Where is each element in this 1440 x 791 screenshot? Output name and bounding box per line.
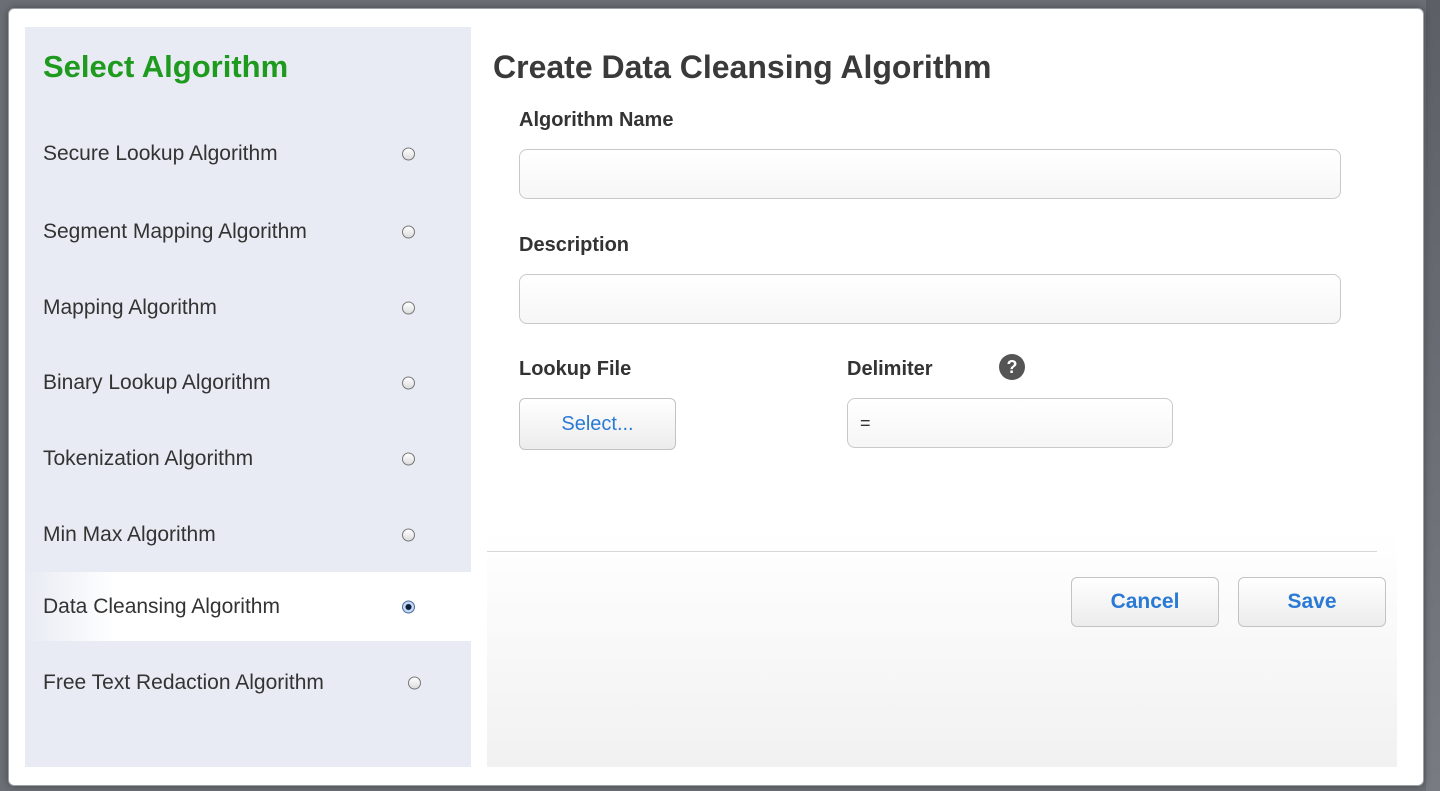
question-circle-icon[interactable]: ? (999, 354, 1025, 380)
sidebar-item-secure-lookup[interactable]: Secure Lookup Algorithm (25, 120, 471, 188)
sidebar-item-label: Mapping Algorithm (43, 296, 217, 319)
lookup-file-label: Lookup File (519, 358, 632, 380)
description-label: Description (519, 234, 630, 256)
sidebar-item-label: Free Text Redaction Algorithm (43, 671, 324, 694)
sidebar-item-binary-lookup[interactable]: Binary Lookup Algorithm (25, 349, 471, 417)
algorithm-name-field[interactable] (519, 149, 1341, 199)
sidebar-item-min-max[interactable]: Min Max Algorithm (25, 501, 471, 569)
algorithm-form: Create Data Cleansing Algorithm Algorith… (471, 27, 1397, 767)
dialog-footer: Cancel Save (487, 531, 1397, 767)
cancel-button[interactable]: Cancel (1071, 577, 1219, 627)
sidebar-item-label: Data Cleansing Algorithm (43, 594, 280, 618)
radio-mapping[interactable] (402, 301, 415, 315)
page-backdrop (1426, 0, 1440, 791)
delimiter-label: Delimiter (847, 358, 933, 380)
save-button[interactable]: Save (1238, 577, 1386, 627)
radio-free-text-redaction[interactable] (408, 676, 421, 690)
sidebar-item-mapping[interactable]: Mapping Algorithm (25, 274, 471, 342)
sidebar-item-label: Tokenization Algorithm (43, 447, 254, 470)
sidebar-item-free-text-redaction[interactable]: Free Text Redaction Algorithm (25, 649, 471, 717)
radio-tokenization[interactable] (402, 452, 415, 466)
sidebar-item-label: Segment Mapping Algorithm (43, 220, 307, 243)
select-file-button[interactable]: Select... (519, 398, 676, 450)
algorithm-sidebar: Select Algorithm Secure Lookup Algorithm… (25, 27, 471, 767)
radio-secure-lookup[interactable] (402, 147, 415, 161)
sidebar-item-label: Min Max Algorithm (43, 523, 216, 546)
sidebar-item-segment-mapping[interactable]: Segment Mapping Algorithm (25, 198, 471, 266)
radio-segment-mapping[interactable] (402, 225, 415, 239)
sidebar-title: Select Algorithm (43, 49, 289, 84)
footer-divider (487, 551, 1377, 552)
create-algorithm-dialog: Select Algorithm Secure Lookup Algorithm… (8, 8, 1424, 786)
sidebar-item-tokenization[interactable]: Tokenization Algorithm (25, 425, 471, 493)
radio-min-max[interactable] (402, 528, 415, 542)
sidebar-item-data-cleansing[interactable]: Data Cleansing Algorithm (25, 572, 471, 641)
delimiter-field[interactable] (847, 398, 1173, 448)
description-field[interactable] (519, 274, 1341, 324)
algorithm-name-label: Algorithm Name (519, 109, 674, 131)
sidebar-item-label: Secure Lookup Algorithm (43, 142, 278, 165)
radio-data-cleansing[interactable] (402, 600, 415, 613)
radio-binary-lookup[interactable] (402, 376, 415, 390)
page-title: Create Data Cleansing Algorithm (493, 49, 992, 85)
sidebar-item-label: Binary Lookup Algorithm (43, 371, 271, 394)
